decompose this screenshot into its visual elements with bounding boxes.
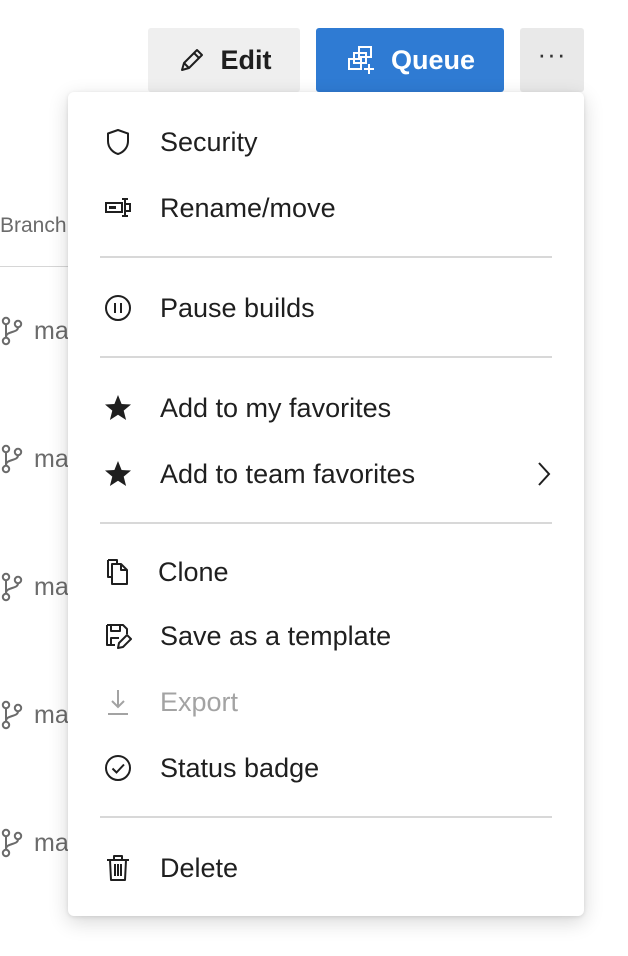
menu-item-label: Add to my favorites [160, 392, 392, 423]
menu-item-label: Export [160, 686, 239, 717]
menu-item-label: Security [160, 126, 258, 157]
menu-item-label: Delete [160, 852, 239, 883]
git-branch-icon [1, 700, 23, 730]
menu-separator [100, 816, 552, 818]
branch-column-header-label: Branch [0, 214, 67, 237]
menu-item-label: Clone [158, 556, 229, 587]
git-branch-icon [1, 444, 23, 474]
menu-item-label: Status badge [160, 752, 320, 783]
menu-item-add-to-my-favorites[interactable]: Add to my favorites [68, 378, 584, 438]
queue-icon [345, 44, 377, 76]
rename-icon [102, 192, 134, 224]
menu-item-label: Add to team favorites [160, 458, 416, 489]
branch-column-header[interactable]: Branch [0, 214, 67, 238]
more-actions-menu: Security Rename/move Pause builds Add to… [68, 92, 584, 916]
star-icon [102, 458, 134, 490]
menu-item-label: Save as a template [160, 620, 392, 651]
queue-button-label: Queue [390, 44, 476, 75]
menu-item-pause-builds[interactable]: Pause builds [68, 278, 584, 338]
more-icon: ··· [537, 38, 567, 69]
menu-item-delete[interactable]: Delete [68, 838, 584, 898]
git-branch-icon [1, 828, 23, 858]
export-icon [102, 686, 134, 718]
edit-button-label: Edit [220, 44, 272, 75]
edit-button[interactable]: Edit [148, 28, 300, 92]
status-badge-icon [102, 752, 134, 784]
queue-button[interactable]: Queue [316, 28, 504, 92]
menu-item-save-as-template[interactable]: Save as a template [68, 606, 584, 666]
menu-item-security[interactable]: Security [68, 112, 584, 172]
header-divider [0, 266, 68, 267]
menu-item-status-badge[interactable]: Status badge [68, 738, 584, 798]
menu-separator [100, 256, 552, 258]
git-branch-icon [1, 572, 23, 602]
menu-item-clone[interactable]: Clone [68, 542, 584, 602]
menu-separator [100, 522, 552, 524]
menu-item-label: Pause builds [160, 292, 315, 323]
save-template-icon [102, 620, 134, 652]
menu-item-add-to-team-favorites[interactable]: Add to team favorites [68, 444, 584, 504]
menu-item-export[interactable]: Export [68, 672, 584, 732]
pencil-icon [177, 45, 207, 75]
more-actions-button[interactable]: ··· [520, 28, 584, 92]
clone-icon [102, 556, 134, 588]
star-icon [102, 392, 134, 424]
shield-icon [102, 126, 134, 158]
pause-icon [102, 292, 134, 324]
menu-item-label: Rename/move [160, 192, 336, 223]
menu-item-rename-move[interactable]: Rename/move [68, 178, 584, 238]
menu-separator [100, 356, 552, 358]
chevron-right-icon [536, 460, 552, 488]
git-branch-icon [1, 316, 23, 346]
trash-icon [102, 852, 134, 884]
